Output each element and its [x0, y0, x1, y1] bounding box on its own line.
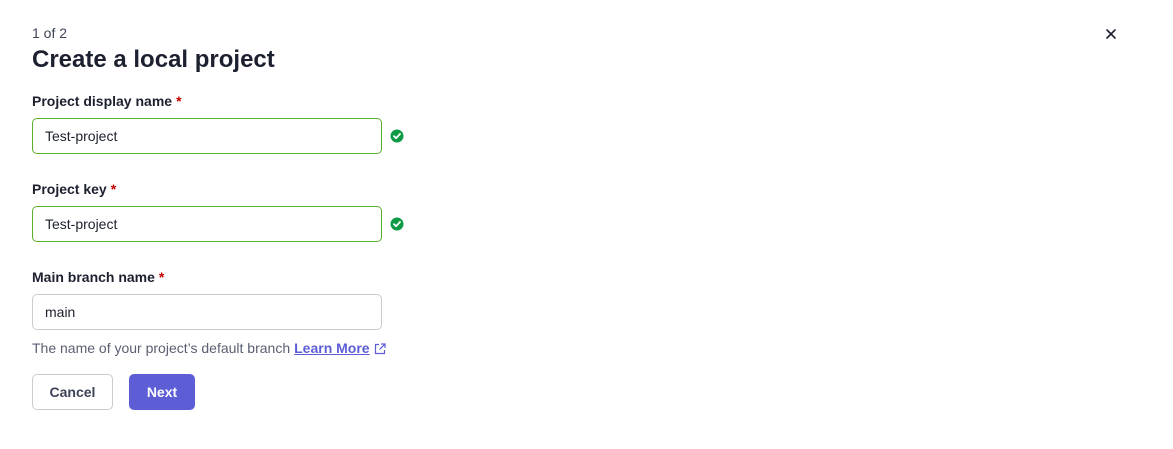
display-name-field: Project display name *	[32, 92, 412, 154]
project-key-label: Project key *	[32, 181, 117, 197]
display-name-label: Project display name *	[32, 93, 182, 109]
step-indicator: 1 of 2	[32, 25, 68, 41]
close-icon	[1106, 29, 1116, 39]
project-key-field: Project key *	[32, 180, 412, 242]
page-title: Create a local project	[32, 46, 275, 73]
valid-check-icon	[390, 129, 404, 143]
external-link-icon	[374, 343, 386, 355]
cancel-button[interactable]: Cancel	[32, 374, 113, 410]
main-branch-help: The name of your project’s default branc…	[32, 339, 412, 357]
valid-check-icon	[390, 217, 404, 231]
main-branch-input[interactable]	[32, 294, 382, 330]
display-name-input[interactable]	[32, 118, 382, 154]
main-branch-label: Main branch name *	[32, 269, 165, 285]
form-actions: Cancel Next	[32, 374, 195, 410]
main-branch-field: Main branch name* The name of your proje…	[32, 268, 412, 357]
close-button[interactable]	[1100, 23, 1122, 45]
next-button[interactable]: Next	[129, 374, 195, 410]
project-key-input[interactable]	[32, 206, 382, 242]
required-mark: *	[158, 269, 165, 285]
learn-more-link[interactable]: Learn More	[294, 340, 386, 356]
required-mark: *	[110, 181, 117, 197]
required-mark: *	[176, 93, 182, 109]
create-project-page: 1 of 2 Create a local project Project di…	[0, 0, 1173, 449]
